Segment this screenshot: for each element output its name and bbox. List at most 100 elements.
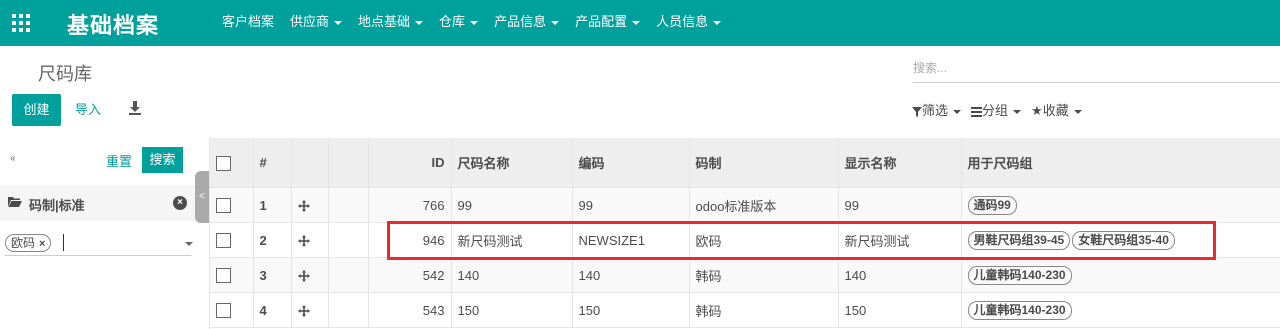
drag-handle-cell[interactable]	[291, 257, 329, 293]
chevron-down-icon	[551, 20, 560, 25]
select-all-checkbox[interactable]	[216, 155, 231, 171]
menu-item-product-info[interactable]: 产品信息	[486, 0, 567, 46]
blank-cell	[328, 187, 369, 223]
import-button[interactable]: 导入	[75, 94, 101, 126]
cell-groups: 儿童韩码140-230	[961, 292, 1280, 328]
menu-item-personnel[interactable]: 人员信息	[648, 0, 729, 46]
header-id[interactable]: ID	[368, 138, 452, 188]
search-panel: « 重置 搜索 码制|标准 × 欧码 ×	[0, 138, 210, 329]
row-number: 1	[253, 187, 292, 223]
dropdown-arrow-icon[interactable]	[185, 242, 193, 246]
chevron-down-icon	[334, 20, 343, 25]
blank-cell	[328, 222, 369, 258]
table-row[interactable]: 1 766 99 99 odoo标准版本 99 通码99	[210, 187, 1280, 223]
row-select-cell[interactable]	[210, 292, 254, 328]
cell-name: 150	[451, 292, 573, 328]
panel-search-button[interactable]: 搜索	[142, 147, 183, 173]
star-icon: ★	[1031, 103, 1043, 118]
cell-id: 542	[368, 257, 452, 293]
cell-name: 99	[451, 187, 573, 223]
size-group-tag: 通码99	[967, 195, 1017, 215]
drag-handle-cell[interactable]	[291, 187, 329, 223]
chevron-down-icon	[1013, 109, 1022, 114]
remove-tag-icon[interactable]: ×	[39, 238, 45, 250]
table-row[interactable]: 3 542 140 140 韩码 140 儿童韩码140-230	[210, 257, 1280, 293]
header-handle	[291, 138, 329, 188]
row-number: 3	[253, 257, 292, 293]
menu-item-warehouse[interactable]: 仓库	[431, 0, 486, 46]
menu-item-locations[interactable]: 地点基础	[350, 0, 431, 46]
group-by-toggle[interactable]: 分组	[971, 100, 1022, 119]
header-blank	[328, 138, 369, 188]
cell-code: 140	[572, 257, 690, 293]
size-system-section[interactable]: 码制|标准 ×	[0, 185, 200, 221]
table-row[interactable]: 4 543 150 150 韩码 150 儿童韩码140-230	[210, 292, 1280, 328]
move-handle-icon[interactable]	[297, 200, 310, 213]
size-system-tag-input[interactable]: 欧码 ×	[5, 233, 193, 256]
header-display-name[interactable]: 显示名称	[838, 138, 962, 188]
cell-groups: 通码99	[961, 187, 1280, 223]
search-panel-header: « 重置 搜索	[0, 138, 209, 182]
drag-handle-cell[interactable]	[291, 292, 329, 328]
menu-item-product-config[interactable]: 产品配置	[567, 0, 648, 46]
favorites-toggle[interactable]: ★收藏	[1031, 100, 1082, 119]
clear-section-icon[interactable]: ×	[173, 196, 187, 210]
row-number: 2	[253, 222, 292, 258]
row-select-cell[interactable]	[210, 222, 254, 258]
cell-name: 140	[451, 257, 573, 293]
drag-handle-cell[interactable]	[291, 222, 329, 258]
cell-groups: 儿童韩码140-230	[961, 257, 1280, 293]
panel-toggle-handle[interactable]: <	[195, 171, 209, 223]
main-menu: 客户档案 供应商 地点基础 仓库 产品信息 产品配置 人员信息	[214, 0, 729, 46]
list-icon	[971, 106, 983, 117]
select-all-cell[interactable]	[210, 138, 254, 188]
text-cursor	[63, 234, 64, 251]
folder-open-icon	[8, 197, 22, 207]
move-handle-icon[interactable]	[297, 235, 310, 248]
cell-system: odoo标准版本	[689, 187, 839, 223]
blank-cell	[328, 292, 369, 328]
filter-tag: 欧码 ×	[5, 234, 52, 252]
app-title: 基础档案	[67, 13, 160, 38]
apps-grid-icon[interactable]	[12, 14, 30, 32]
top-navbar: 基础档案 客户档案 供应商 地点基础 仓库 产品信息 产品配置 人员信息	[0, 0, 1280, 46]
collapse-icon[interactable]: «	[10, 153, 16, 164]
search-options: 筛选 分组 ★收藏	[912, 100, 1082, 119]
chevron-down-icon	[953, 109, 962, 114]
row-checkbox[interactable]	[216, 268, 231, 284]
chevron-down-icon	[1073, 109, 1082, 114]
chevron-down-icon	[632, 20, 641, 25]
move-handle-icon[interactable]	[297, 305, 310, 318]
row-checkbox[interactable]	[216, 233, 231, 249]
highlight-annotation	[387, 221, 1216, 260]
header-code[interactable]: 编码	[572, 138, 690, 188]
row-select-cell[interactable]	[210, 257, 254, 293]
download-icon[interactable]	[128, 100, 142, 116]
filter-toggle[interactable]: 筛选	[912, 100, 962, 119]
menu-item-suppliers[interactable]: 供应商	[282, 0, 350, 46]
cell-id: 543	[368, 292, 452, 328]
header-row-number: #	[253, 138, 292, 188]
header-name[interactable]: 尺码名称	[451, 138, 573, 188]
search-input[interactable]	[913, 58, 1280, 78]
cell-id: 766	[368, 187, 452, 223]
row-select-cell[interactable]	[210, 187, 254, 223]
cell-display-name: 150	[838, 292, 962, 328]
row-checkbox[interactable]	[216, 198, 231, 214]
move-handle-icon[interactable]	[297, 270, 310, 283]
page-title: 尺码库	[38, 64, 92, 84]
create-button[interactable]: 创建	[12, 94, 61, 126]
table-header-row: # ID 尺码名称 编码 码制 显示名称 用于尺码组	[210, 138, 1280, 188]
header-system[interactable]: 码制	[689, 138, 839, 188]
row-checkbox[interactable]	[216, 303, 231, 319]
chevron-down-icon	[415, 20, 424, 25]
cell-display-name: 140	[838, 257, 962, 293]
header-groups[interactable]: 用于尺码组	[961, 138, 1280, 188]
search-box	[913, 58, 1280, 83]
cell-display-name: 99	[838, 187, 962, 223]
reset-button[interactable]: 重置	[106, 151, 132, 170]
cell-system: 韩码	[689, 292, 839, 328]
chevron-down-icon	[470, 20, 479, 25]
section-label: 码制|标准	[29, 198, 85, 213]
menu-item-customers[interactable]: 客户档案	[214, 0, 282, 46]
